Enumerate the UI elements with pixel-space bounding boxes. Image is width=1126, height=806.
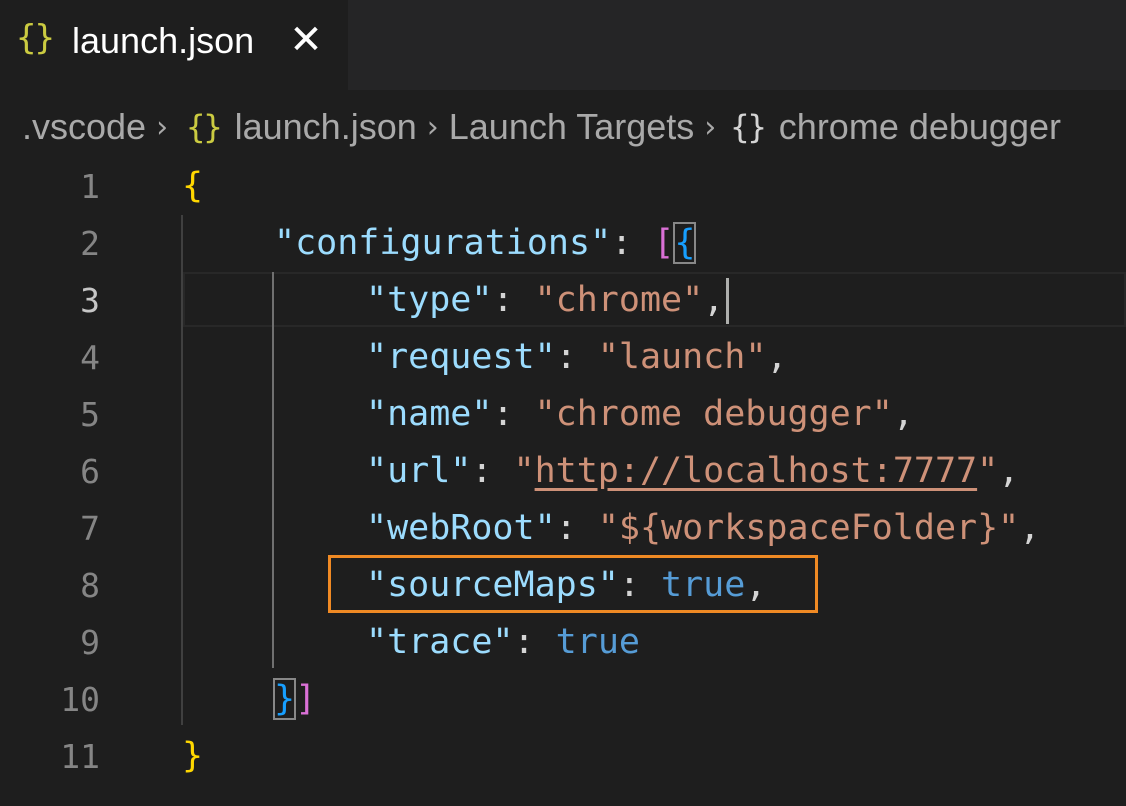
json-boolean-value: true xyxy=(555,622,640,662)
breadcrumb-item-launch-targets[interactable]: Launch Targets xyxy=(449,106,695,148)
line-number: 10 xyxy=(60,680,100,719)
json-key: "webRoot" xyxy=(366,508,556,548)
line-number: 7 xyxy=(80,509,100,548)
json-string-value: "chrome" xyxy=(534,280,704,320)
code-line: 7 "webRoot": "${workspaceFolder}", xyxy=(0,500,1126,557)
line-number: 8 xyxy=(80,566,100,605)
json-braces-icon: {} xyxy=(16,18,55,58)
json-key: "trace" xyxy=(366,622,514,662)
line-number: 6 xyxy=(80,452,100,491)
json-braces-icon: {} xyxy=(186,108,223,146)
code-line: 3 "type": "chrome", xyxy=(0,272,1126,329)
matched-bracket: } xyxy=(272,678,297,720)
breadcrumb-item-launch-json[interactable]: launch.json xyxy=(235,106,417,148)
tab-bar: {} launch.json ✕ xyxy=(0,0,1126,90)
line-number: 2 xyxy=(80,224,100,263)
breadcrumb: .vscode › {} launch.json › Launch Target… xyxy=(22,102,1126,152)
close-icon[interactable]: ✕ xyxy=(286,20,326,60)
code-line: 5 "name": "chrome debugger", xyxy=(0,386,1126,443)
json-string-value: "chrome debugger" xyxy=(534,394,893,434)
code-line: 1 { xyxy=(0,158,1126,215)
json-key: "type" xyxy=(366,280,493,320)
line-number: 3 xyxy=(80,281,100,320)
json-key: "configurations" xyxy=(274,223,612,263)
code-line: 9 "trace": true xyxy=(0,614,1126,671)
line-number: 5 xyxy=(80,395,100,434)
annotation-highlight-box xyxy=(328,555,818,613)
line-number: 11 xyxy=(60,737,100,776)
code-line: 2 "configurations": [{ xyxy=(0,215,1126,272)
chevron-right-icon: › xyxy=(156,109,169,145)
object-braces-icon: {} xyxy=(730,108,767,146)
tab-launch-json[interactable]: {} launch.json ✕ xyxy=(0,0,348,90)
json-string-value: "${workspaceFolder}" xyxy=(597,508,1020,548)
code-line: 11 } xyxy=(0,728,1126,785)
chevron-right-icon: › xyxy=(426,109,439,145)
code-editor[interactable]: 1 { 2 "configurations": [{ 3 "type": "ch… xyxy=(0,158,1126,806)
json-key: "name" xyxy=(366,394,493,434)
json-string-value: "launch" xyxy=(597,337,767,377)
breadcrumb-item-vscode[interactable]: .vscode xyxy=(22,106,146,148)
chevron-right-icon: › xyxy=(704,109,717,145)
json-key: "request" xyxy=(366,337,556,377)
text-cursor xyxy=(726,278,730,324)
line-number: 4 xyxy=(80,338,100,377)
json-key: "url" xyxy=(366,451,472,491)
code-line: 4 "request": "launch", xyxy=(0,329,1126,386)
line-number: 1 xyxy=(80,167,100,206)
code-line: 6 "url": "http://localhost:7777", xyxy=(0,443,1126,500)
breadcrumb-item-chrome-debugger[interactable]: chrome debugger xyxy=(779,106,1061,148)
tab-label: launch.json xyxy=(72,20,255,61)
line-number: 9 xyxy=(80,623,100,662)
url-link[interactable]: http://localhost:7777 xyxy=(535,451,978,491)
matched-bracket: { xyxy=(673,222,697,264)
code-line: 10 }] xyxy=(0,671,1126,728)
